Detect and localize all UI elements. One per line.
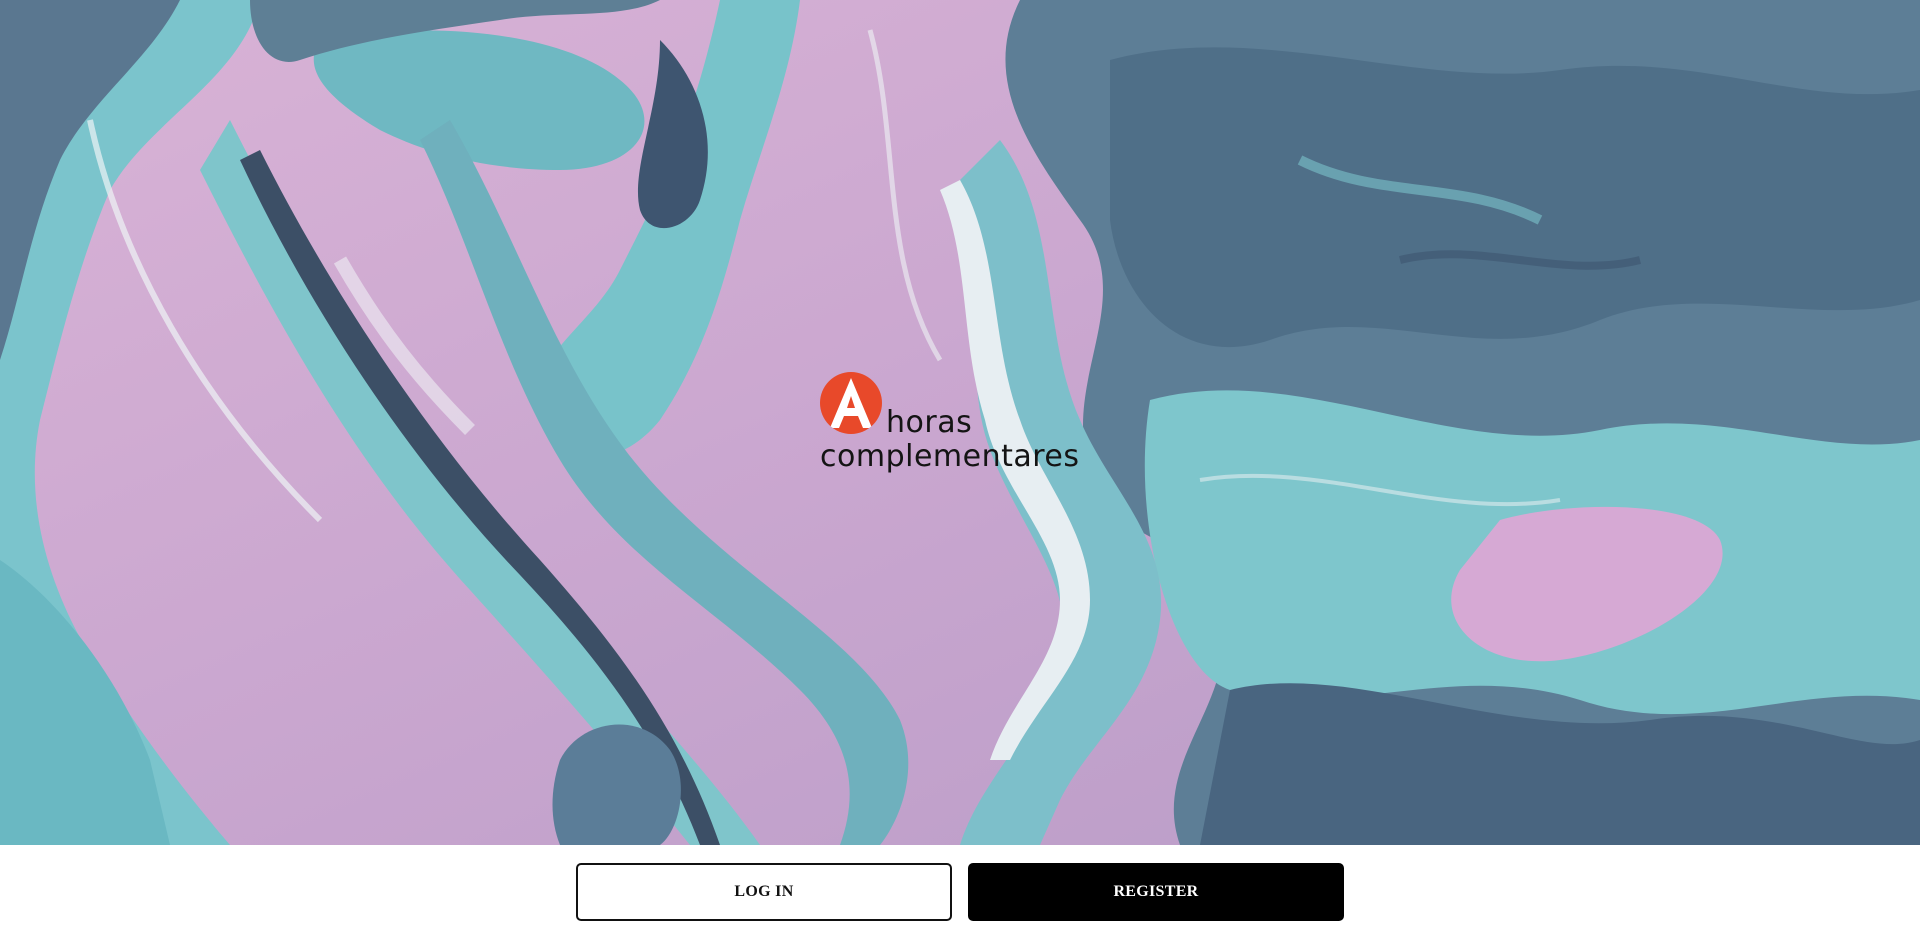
logo-word-horas: horas bbox=[886, 405, 973, 440]
auth-actions: LOG IN REGISTER bbox=[0, 845, 1920, 938]
register-button[interactable]: REGISTER bbox=[968, 863, 1344, 921]
login-button[interactable]: LOG IN bbox=[576, 863, 952, 921]
logo-word-complementares: complementares bbox=[820, 439, 1080, 474]
hero-banner: horas complementares bbox=[0, 0, 1920, 845]
logo-a-mark-icon bbox=[820, 372, 882, 434]
brand-logo: horas complementares bbox=[820, 372, 1120, 482]
